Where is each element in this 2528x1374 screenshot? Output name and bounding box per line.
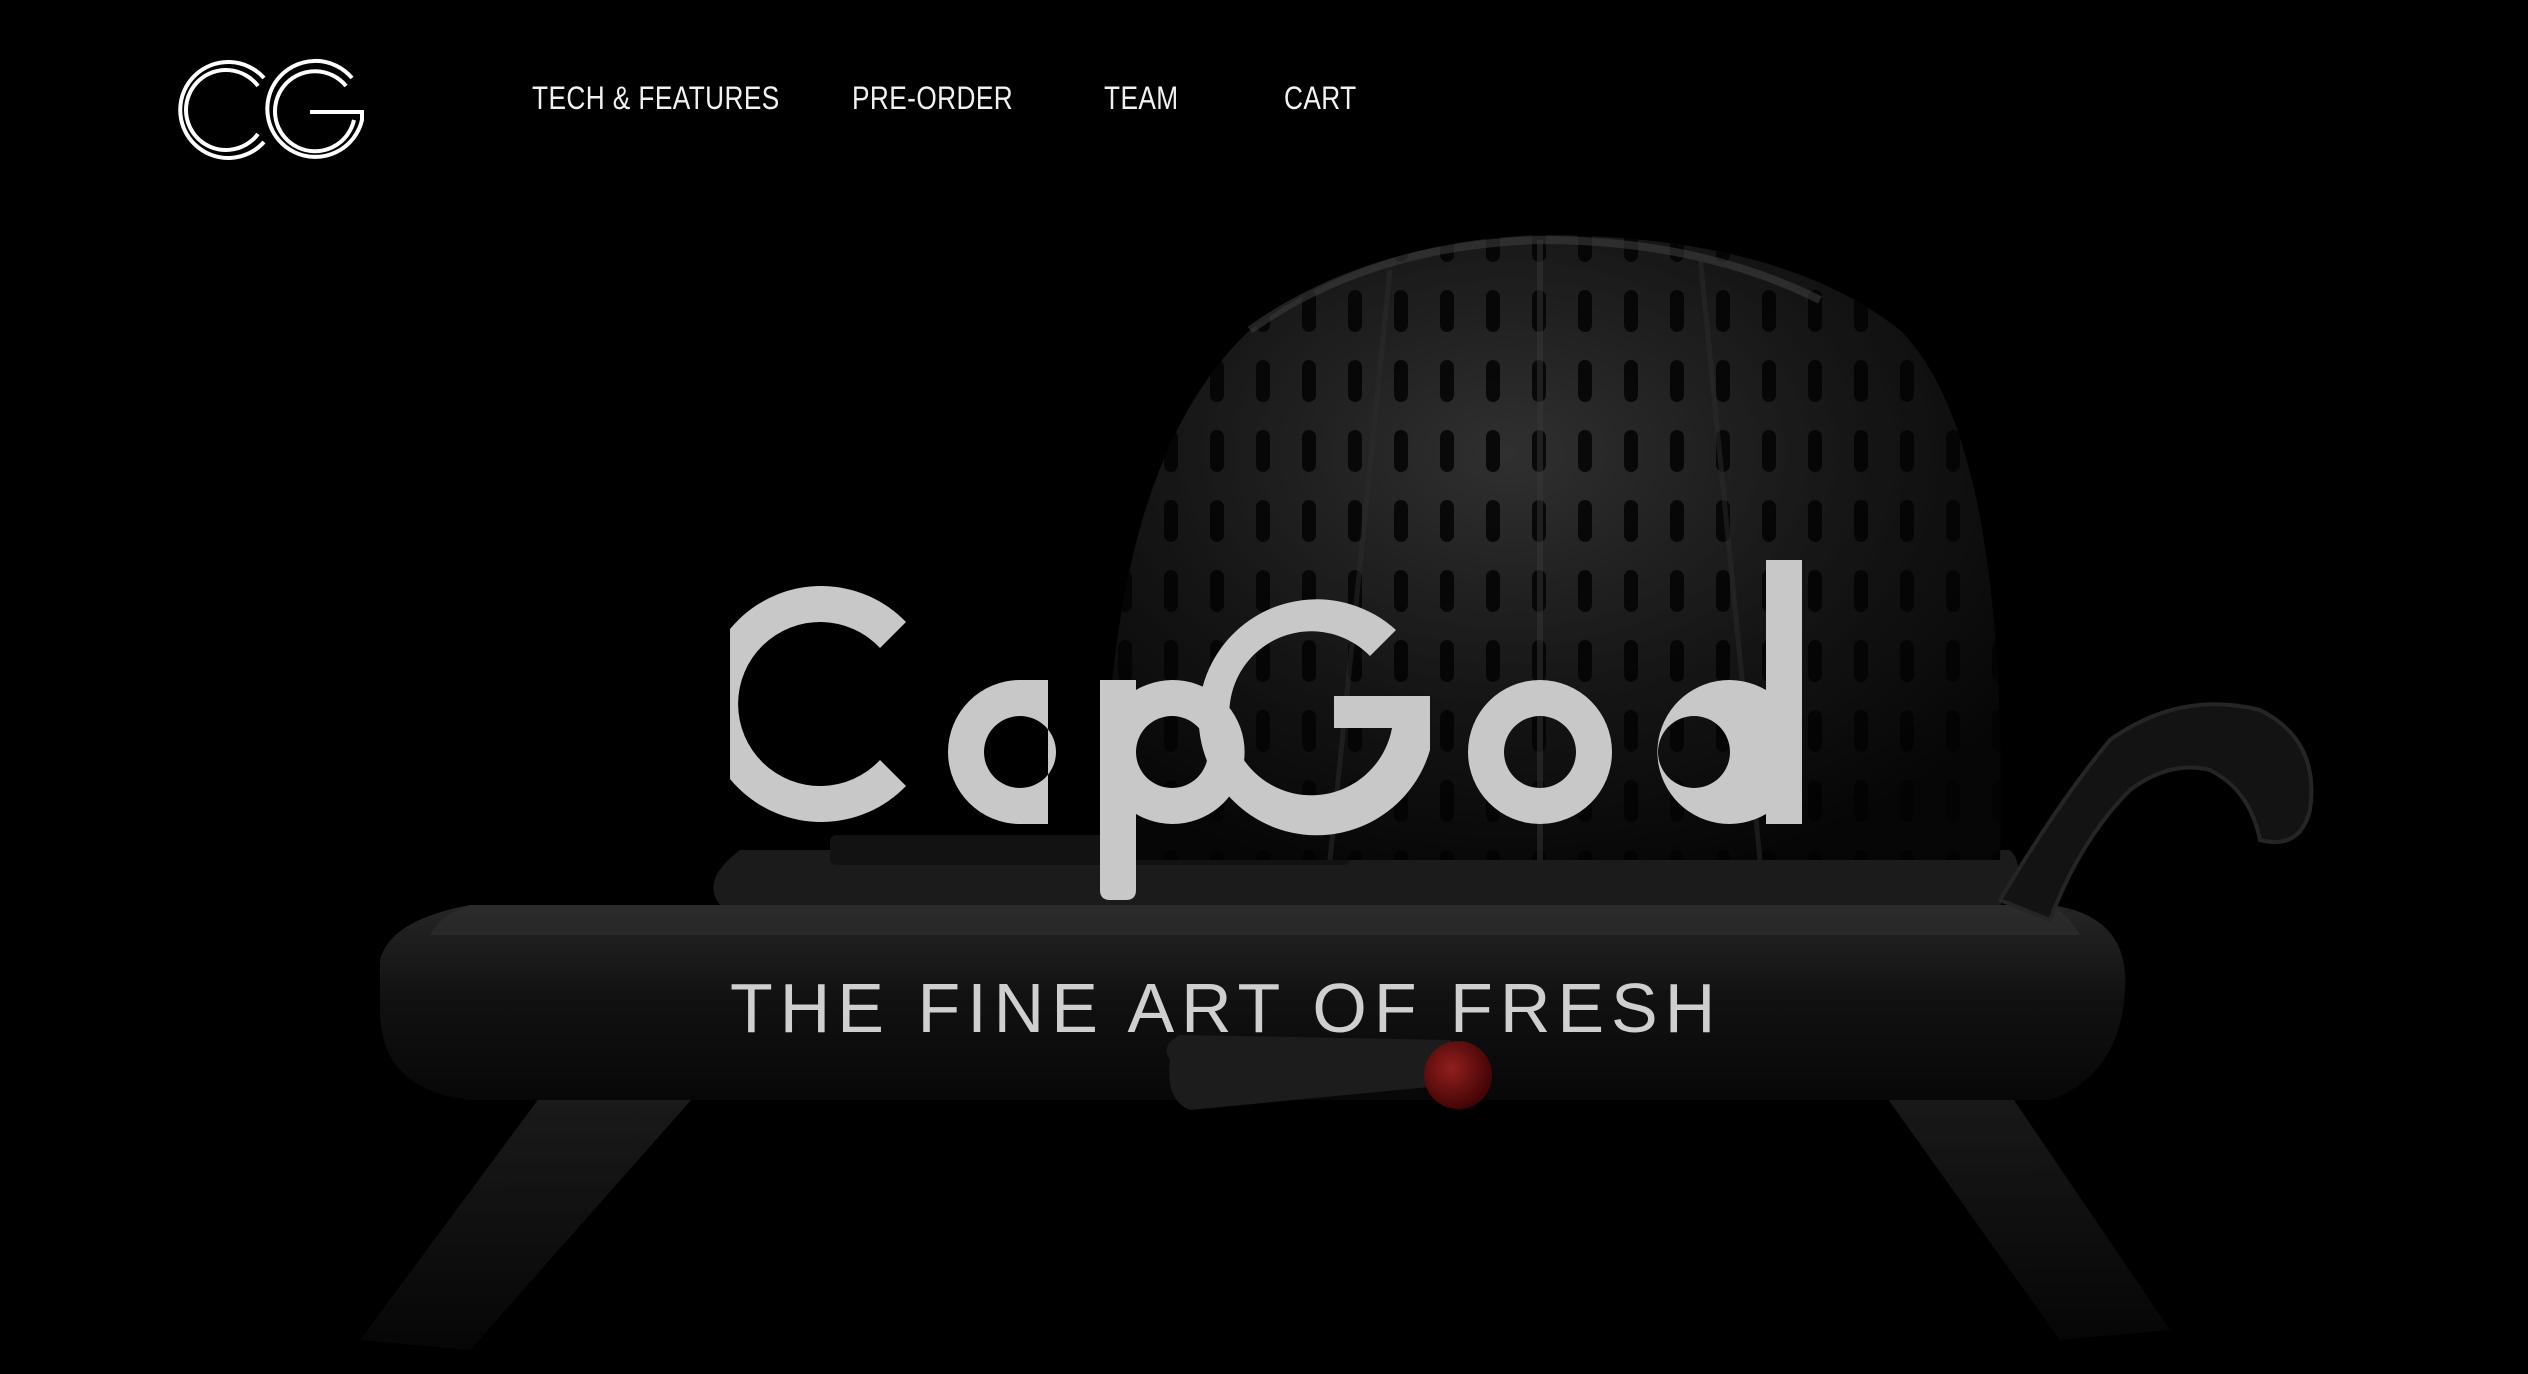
hero-tagline: THE FINE ART OF FRESH — [730, 969, 1723, 1047]
cg-logo-icon — [178, 58, 364, 160]
nav-cart[interactable]: CART — [1284, 80, 1357, 117]
nav-team[interactable]: TEAM — [1104, 80, 1179, 117]
nav-tech-features[interactable]: TECH & FEATURES — [532, 80, 779, 117]
hero-section: THE FINE ART OF FRESH — [0, 0, 2528, 1374]
main-nav: TECH & FEATURES PRE-ORDER TEAM CART — [532, 80, 1356, 117]
nav-pre-order[interactable]: PRE-ORDER — [852, 80, 1013, 117]
site-header: TECH & FEATURES PRE-ORDER TEAM CART — [0, 0, 2528, 200]
capgod-wordmark-logo — [730, 560, 1802, 900]
cg-logo-link[interactable] — [172, 56, 368, 164]
